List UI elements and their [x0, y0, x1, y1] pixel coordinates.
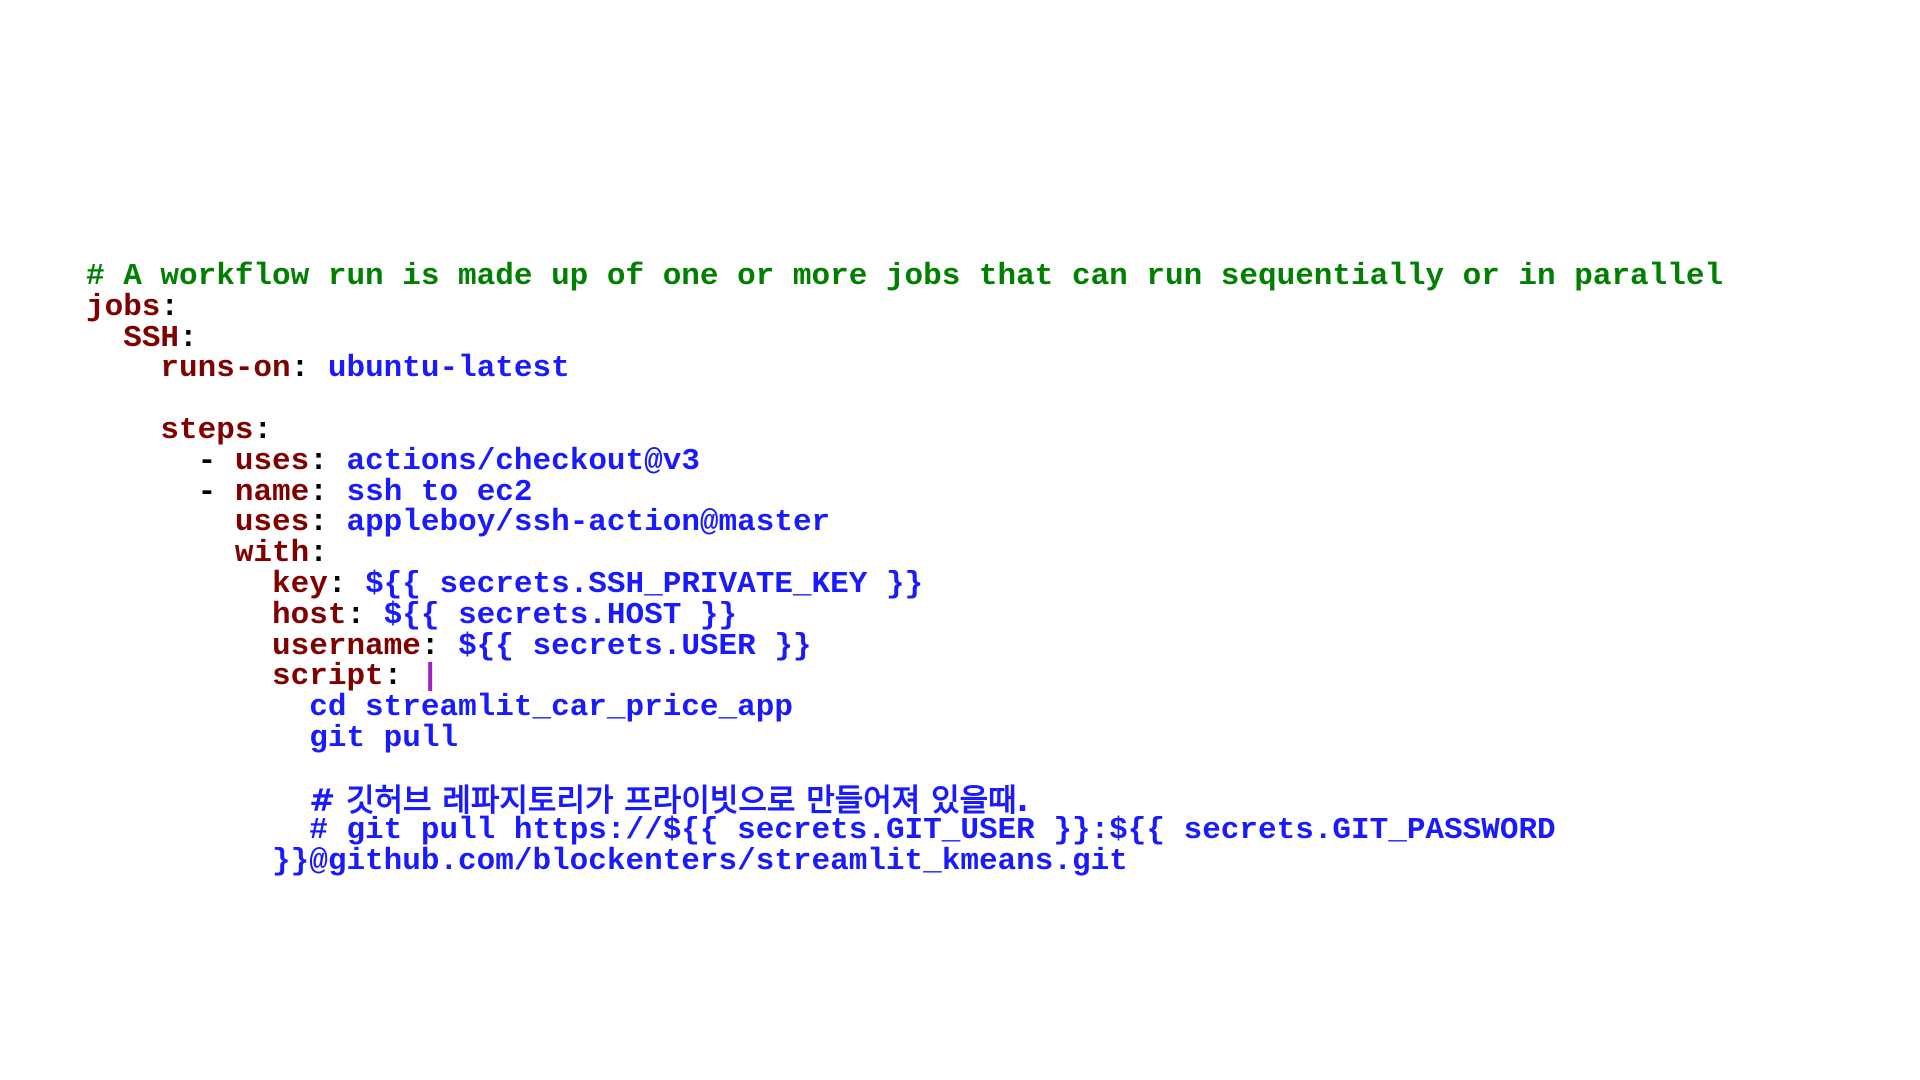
host-value: ${{ secrets.HOST }}	[383, 597, 738, 633]
code-line-13: username: ${{ secrets.USER }}	[272, 628, 812, 664]
git-pull-comment: # git pull https://${{ secrets.GIT_USER …	[309, 813, 1556, 849]
code-line-16: git pull	[86, 720, 1886, 756]
code-line-20: }}@github.com/blockenters/streamlit_kmea…	[86, 844, 1886, 880]
code-line-6: steps:	[160, 412, 273, 448]
script-key: script	[272, 659, 384, 695]
runs-on-value: ubuntu-latest	[327, 351, 570, 387]
script-line-git-pull: git pull	[309, 720, 459, 756]
jobs-key: jobs	[86, 289, 161, 325]
uses-checkout-value: actions/checkout@v3	[346, 443, 700, 479]
name-value: ssh to ec2	[346, 474, 533, 510]
workflow-comment: # A workflow run is made up of one or mo…	[86, 259, 1724, 294]
uses-key: uses	[234, 505, 310, 541]
code-line-19: # git pull https://${{ secrets.GIT_USER …	[86, 813, 1886, 849]
code-line-1: # A workflow run is made up of one or mo…	[86, 259, 1886, 294]
username-key: username	[272, 628, 421, 664]
name-key: name	[234, 474, 310, 510]
yaml-code-block: # A workflow run is made up of one or mo…	[86, 259, 1886, 880]
ssh-job-key: SSH	[123, 320, 180, 356]
code-line-17-blank	[86, 755, 1886, 786]
code-line-12: host: ${{ secrets.HOST }}	[272, 597, 738, 633]
key-value: ${{ secrets.SSH_PRIVATE_KEY }}	[365, 566, 924, 602]
list-dash: -	[197, 474, 217, 510]
steps-key: steps	[160, 412, 254, 448]
code-line-10: with:	[234, 536, 328, 572]
script-line-cd: cd streamlit_car_price_app	[309, 690, 793, 726]
code-line-11: key: ${{ secrets.SSH_PRIVATE_KEY }}	[272, 566, 924, 602]
runs-on-key: runs-on	[160, 351, 291, 387]
code-line-15: cd streamlit_car_price_app	[86, 690, 1886, 726]
code-line-3: SSH:	[123, 320, 198, 356]
code-line-4: runs-on: ubuntu-latest	[160, 351, 570, 387]
key-key: key	[272, 566, 328, 602]
list-dash: -	[197, 443, 217, 479]
code-line-7: - uses: actions/checkout@v3	[197, 443, 700, 479]
code-line-18: # 깃허브 레파지토리가 프라이빗으로 만들어져 있을때.	[86, 785, 1886, 817]
uses-ssh-value: appleboy/ssh-action@master	[346, 505, 831, 541]
uses-key: uses	[234, 443, 310, 479]
code-line-5-blank	[86, 385, 1886, 416]
script-pipe: |	[420, 659, 440, 695]
git-pull-comment-wrap: }}@github.com/blockenters/streamlit_kmea…	[272, 844, 1128, 880]
username-value: ${{ secrets.USER }}	[458, 628, 812, 664]
code-line-2: jobs:	[86, 289, 180, 325]
code-line-8: - name: ssh to ec2	[197, 474, 533, 510]
code-line-14: script: |	[272, 659, 440, 695]
with-key: with	[234, 536, 310, 572]
host-key: host	[272, 597, 347, 633]
code-line-9: uses: appleboy/ssh-action@master	[234, 505, 831, 541]
